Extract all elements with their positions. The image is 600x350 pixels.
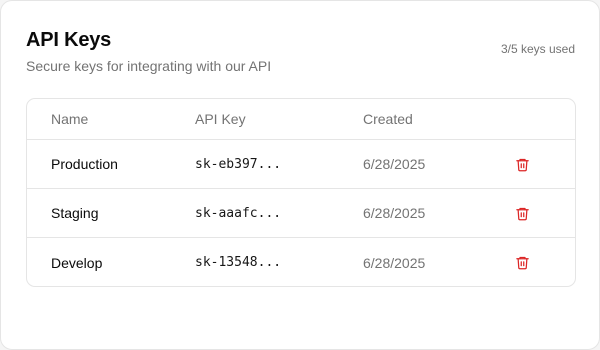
key-value: sk-13548...: [195, 255, 282, 270]
key-value: sk-aaafc...: [195, 205, 282, 221]
keys-usage-count: 3/5 keys used: [500, 42, 575, 56]
key-name: Production: [51, 156, 118, 172]
key-name: Develop: [51, 254, 103, 271]
column-header-created: Created: [363, 111, 413, 127]
table-row: Develop sk-13548... 6/28/2025: [27, 238, 575, 286]
key-value: sk-eb397...: [195, 156, 282, 172]
page-subtitle: Secure keys for integrating with our API: [26, 58, 272, 74]
api-keys-card: API Keys Secure keys for integrating wit…: [0, 0, 600, 350]
column-header-api-key: API Key: [195, 111, 246, 127]
trash-icon: [515, 158, 529, 171]
key-created-date: 6/28/2025: [363, 205, 426, 221]
trash-icon: [515, 256, 529, 270]
delete-key-button[interactable]: [511, 252, 533, 274]
table-row: Production sk-eb397... 6/28/2025: [27, 140, 575, 189]
trash-icon: [515, 207, 529, 220]
column-header-name: Name: [51, 111, 89, 127]
delete-key-button[interactable]: [511, 153, 533, 175]
table-row: Staging sk-aaafc... 6/28/2025: [27, 189, 575, 238]
table-header-row: Name API Key Created: [27, 99, 575, 140]
api-keys-table: Name API Key Created Production sk-eb397…: [26, 98, 576, 287]
page-title: API Keys: [26, 29, 112, 51]
delete-key-button[interactable]: [511, 202, 533, 224]
key-name: Staging: [51, 205, 99, 221]
key-created-date: 6/28/2025: [363, 254, 426, 271]
card-header: API Keys Secure keys for integrating wit…: [26, 28, 575, 75]
key-created-date: 6/28/2025: [363, 156, 426, 172]
